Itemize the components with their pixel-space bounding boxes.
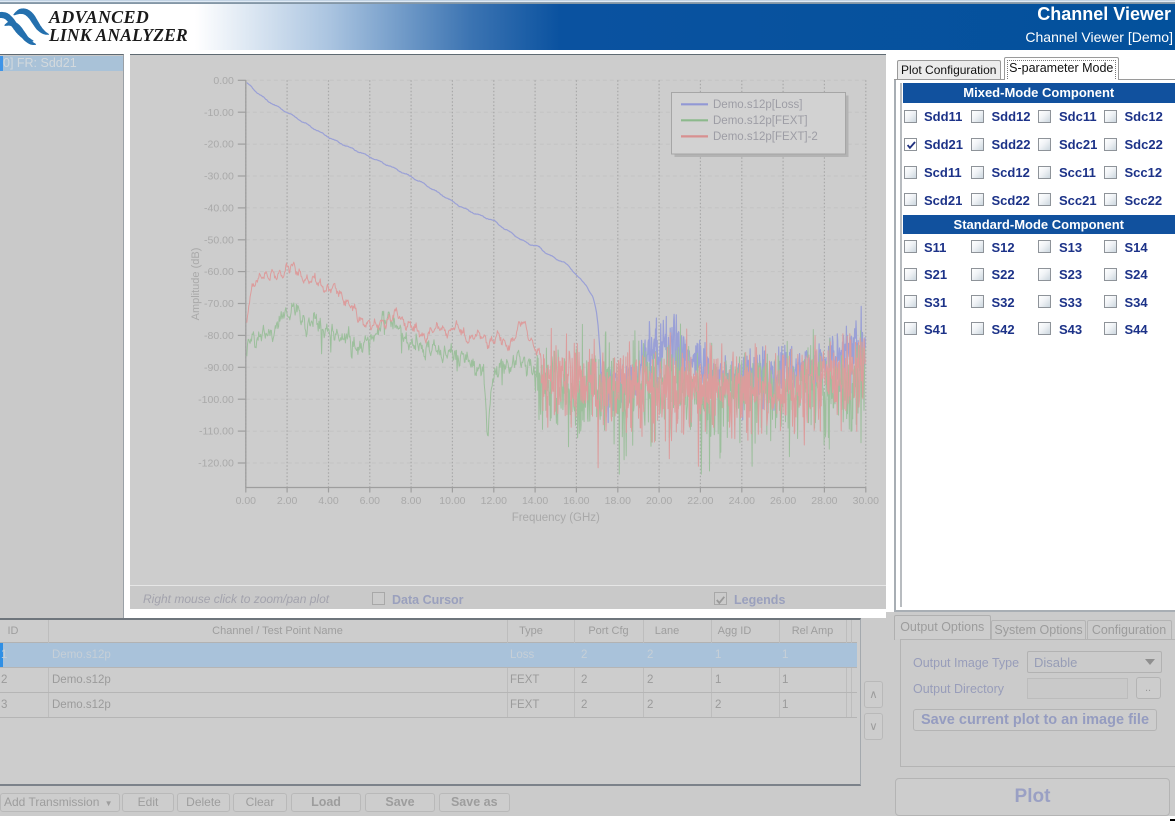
- svg-text:4.00: 4.00: [318, 495, 339, 507]
- svg-text:-120.00: -120.00: [198, 458, 234, 470]
- svg-text:16.00: 16.00: [563, 495, 589, 507]
- svg-text:6.00: 6.00: [360, 495, 381, 507]
- svg-text:0.00: 0.00: [236, 495, 257, 507]
- svg-text:Demo.s12p[FEXT]-2: Demo.s12p[FEXT]-2: [713, 131, 818, 143]
- svg-text:18.00: 18.00: [605, 495, 631, 507]
- svg-text:14.00: 14.00: [522, 495, 548, 507]
- svg-text:Amplitude (dB): Amplitude (dB): [190, 248, 202, 321]
- svg-text:-40.00: -40.00: [204, 203, 234, 215]
- svg-text:30.00: 30.00: [853, 495, 879, 507]
- svg-text:-70.00: -70.00: [204, 298, 234, 310]
- svg-text:24.00: 24.00: [729, 495, 755, 507]
- svg-text:0.00: 0.00: [213, 75, 234, 87]
- svg-text:-20.00: -20.00: [204, 139, 234, 151]
- svg-text:-80.00: -80.00: [204, 330, 234, 342]
- svg-text:26.00: 26.00: [770, 495, 796, 507]
- svg-text:22.00: 22.00: [687, 495, 713, 507]
- svg-text:Frequency (GHz): Frequency (GHz): [512, 512, 600, 524]
- svg-text:12.00: 12.00: [481, 495, 507, 507]
- svg-text:-10.00: -10.00: [204, 107, 234, 119]
- svg-text:-30.00: -30.00: [204, 171, 234, 183]
- svg-text:-60.00: -60.00: [204, 266, 234, 278]
- svg-text:10.00: 10.00: [439, 495, 465, 507]
- svg-text:-110.00: -110.00: [199, 426, 234, 438]
- svg-text:2.00: 2.00: [277, 495, 298, 507]
- svg-text:Demo.s12p[Loss]: Demo.s12p[Loss]: [713, 99, 803, 111]
- svg-text:28.00: 28.00: [811, 495, 837, 507]
- svg-text:-100.00: -100.00: [198, 394, 234, 406]
- svg-text:Demo.s12p[FEXT]: Demo.s12p[FEXT]: [713, 115, 808, 127]
- svg-text:8.00: 8.00: [401, 495, 422, 507]
- svg-text:-90.00: -90.00: [204, 362, 234, 374]
- svg-text:20.00: 20.00: [646, 495, 672, 507]
- svg-text:-50.00: -50.00: [204, 234, 234, 246]
